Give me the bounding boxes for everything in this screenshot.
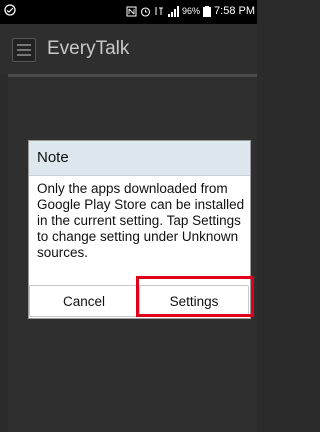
dialog-title: Note — [37, 149, 69, 166]
lte-icon — [155, 6, 164, 15]
battery-icon — [203, 5, 212, 17]
app-header: EveryTalk — [0, 24, 257, 74]
settings-highlight-box — [136, 276, 254, 317]
dialog-message: Only the apps downloaded from Google Pla… — [37, 181, 245, 260]
alarm-icon — [140, 6, 151, 17]
app-icon — [12, 38, 36, 62]
app-title: EveryTalk — [47, 38, 130, 59]
messenger-icon — [4, 4, 16, 16]
nfc-icon — [126, 6, 137, 16]
signal-icon — [168, 5, 180, 17]
dialog-title-bar: Note — [29, 141, 250, 176]
cancel-button[interactable]: Cancel — [29, 285, 139, 317]
status-bar: 96% 7:58 PM — [0, 0, 257, 24]
clock: 7:58 PM — [214, 5, 255, 17]
battery-percentage: 96% — [182, 6, 201, 16]
